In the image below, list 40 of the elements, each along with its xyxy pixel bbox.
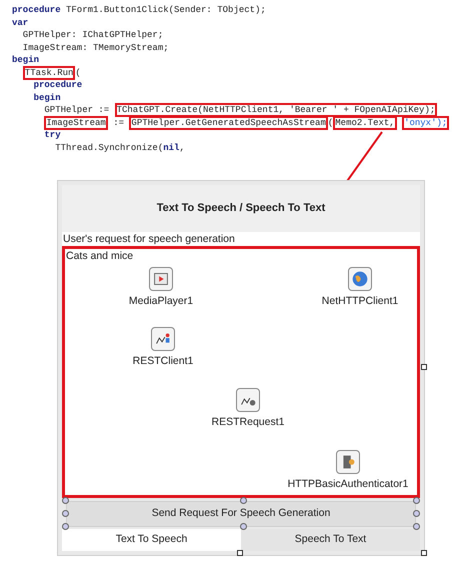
code-text: ,	[179, 142, 185, 152]
component-label: RESTRequest1	[212, 415, 284, 430]
resize-handle-icon[interactable]	[237, 550, 243, 556]
highlighted-code: TChatGPT.Create(NetHTTPClient1, 'Bearer ' + FOpenAIApiKey);	[114, 103, 438, 117]
tab[interactable]: Text To Speech	[62, 528, 241, 551]
highlighted-code: 'onyx');	[402, 116, 450, 130]
highlighted-code: Memo2.Text,	[333, 116, 397, 130]
request-field[interactable]: User's request for speech generation	[62, 232, 420, 246]
tab[interactable]: Speech To Text	[241, 528, 420, 551]
send-request-button[interactable]: Send Request For Speech Generation	[66, 500, 416, 527]
component-label: MediaPlayer1	[128, 294, 194, 309]
component-label: RESTClient1	[132, 354, 194, 369]
code-text: ImageStream: TMemoryStream;	[22, 42, 169, 52]
highlighted-code: ImageStream	[44, 116, 108, 130]
code-keyword: nil	[163, 142, 180, 152]
highlighted-code: TTask.Run	[22, 66, 76, 80]
memo-field[interactable]: Cats and mice MediaPlayer1 NetHTTPClient1 RESTClient1 RESTRequest1 HTTPBasicAuthenticator1	[62, 246, 420, 498]
code-text: (	[328, 118, 334, 128]
globe-icon	[348, 267, 372, 291]
code-keyword: begin	[34, 92, 61, 102]
code-text: GPTHelper: IChatGPTHelper;	[22, 30, 164, 40]
code-text: TThread.Synchronize(	[55, 142, 164, 152]
form-title: Text To Speech / Speech To Text	[62, 185, 420, 232]
code-text: GPTHelper :=	[44, 105, 110, 115]
code-keyword: procedure	[12, 5, 61, 15]
selection-handle-icon[interactable]	[240, 497, 247, 504]
memo-text: Cats and mice	[66, 249, 134, 264]
film-icon	[149, 267, 173, 291]
code-text: TForm1.Button1Click(Sender: TObject);	[65, 5, 266, 15]
code-keyword: begin	[12, 55, 40, 65]
resize-handle-icon[interactable]	[421, 364, 427, 370]
code-keyword: procedure	[34, 80, 82, 90]
resize-handle-icon[interactable]	[421, 550, 427, 556]
code-keyword: var	[12, 18, 28, 28]
code-text: :=	[112, 118, 126, 128]
component-label: HTTPBasicAuthenticator1	[288, 477, 408, 492]
highlighted-code: GPTHelper.GetGeneratedSpeechAsStream	[129, 116, 328, 130]
code-text: (	[75, 68, 81, 78]
component-label: NetHTTPClient1	[322, 294, 398, 309]
code-keyword: try	[44, 130, 61, 140]
